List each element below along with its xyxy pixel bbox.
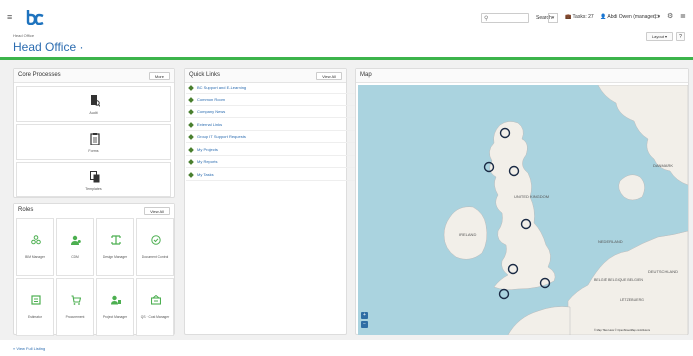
core-item-forms[interactable]: Forms (16, 124, 171, 160)
copy-icon (90, 171, 100, 183)
quick-link-item[interactable]: My Projects (186, 146, 356, 156)
map-title: Map (360, 72, 372, 78)
map-label-deutschland: DEUTSCHLAND (648, 269, 678, 274)
landmass-denmark (618, 174, 645, 201)
quick-link-item[interactable]: Common Room (186, 96, 356, 106)
user-menu[interactable]: 👤 Abdi Owen (manager) ▾ (600, 14, 660, 20)
quick-link-item[interactable]: BC Support and E-Learning (186, 84, 356, 94)
quick-link-item[interactable]: External Links (186, 121, 356, 131)
role-bim-manager[interactable]: BIM Manager (16, 218, 54, 276)
clipboard-icon (90, 133, 100, 145)
network-icon (31, 235, 41, 245)
map-panel: Map UNITED KINGDOM IRELAND DANMARK NEDER… (355, 68, 689, 335)
quick-links-view-all-button[interactable]: View All (316, 72, 342, 80)
role-label: Project Manager (102, 315, 128, 319)
role-document-control[interactable]: Document Control (136, 218, 174, 276)
core-item-label: Templates (85, 187, 102, 191)
calculator-icon (31, 295, 41, 305)
map-marker (498, 288, 510, 300)
role-label: Estimator (28, 315, 42, 319)
search-icon: ⚲ (484, 16, 489, 22)
map-attribution: © Map Tiles Here © OpenStreetMap contrib… (594, 328, 651, 332)
map-label-danmark: DANMARK (653, 163, 673, 168)
core-processes-title: Core Processes (18, 72, 61, 78)
role-estimator[interactable]: Estimator (16, 278, 54, 336)
cart-icon (71, 295, 81, 305)
bc-logo[interactable] (26, 9, 44, 25)
page-title[interactable]: Head Office · (13, 40, 83, 54)
role-procurement[interactable]: Procurement (56, 278, 94, 336)
role-label: QS · Cost Manager (140, 315, 170, 319)
search-input[interactable]: ⚲ (481, 13, 529, 23)
audit-icon (91, 95, 100, 107)
map-label-belgium: BELGIË BELGIQUE BELGIEN (594, 278, 643, 282)
diamond-icon (188, 134, 194, 140)
core-item-label: Audit (89, 111, 98, 115)
map-label-luxembourg: LËTZEBUERG (620, 298, 644, 302)
quick-link-item[interactable]: My Reports (186, 158, 356, 168)
core-item-label: Forms (88, 149, 99, 153)
landmass-great-britain (489, 121, 556, 290)
breadcrumb[interactable]: Head Office (13, 33, 34, 38)
hamburger-menu-icon[interactable]: ≡ (7, 12, 12, 22)
core-processes-panel: Core Processes More Audit Forms Template… (13, 68, 175, 198)
roles-panel: Roles View All BIM Manager CDM Design Ma (13, 203, 175, 336)
core-processes-more-button[interactable]: More (148, 72, 170, 80)
role-project-manager[interactable]: Project Manager (96, 278, 134, 336)
landmass-scandinavia (597, 85, 688, 186)
tasks-link[interactable]: 💼 Tasks: 27 (565, 14, 594, 20)
grid-menu-icon[interactable]: ≣ (680, 12, 686, 20)
diamond-icon (188, 109, 194, 115)
roles-title: Roles (18, 207, 34, 213)
role-cdm[interactable]: CDM (56, 218, 94, 276)
gear-icon[interactable]: ⚙ (667, 12, 673, 20)
roles-view-all-button[interactable]: View All (144, 207, 170, 215)
diamond-icon (188, 147, 194, 153)
role-label: Procurement (65, 315, 85, 319)
users-icon (71, 235, 81, 245)
help-button[interactable]: ? (676, 32, 685, 41)
map-canvas: UNITED KINGDOM IRELAND DANMARK NEDERLAND… (443, 85, 688, 335)
user-icon: 👤 (600, 14, 607, 20)
quick-link-item[interactable]: My Tasks (186, 171, 356, 181)
diamond-icon (188, 159, 194, 165)
core-item-audit[interactable]: Audit (16, 86, 171, 122)
diamond-icon (188, 122, 194, 128)
role-label: CDM (71, 255, 79, 259)
monitor-icon[interactable]: ▭ (653, 12, 660, 20)
diamond-icon (188, 172, 194, 178)
view-full-listing-link[interactable]: « View Full Listing (13, 346, 45, 351)
diamond-icon (188, 97, 194, 103)
map-label-united-kingdom: UNITED KINGDOM (514, 194, 549, 199)
diamond-icon (188, 85, 194, 91)
core-item-templates[interactable]: Templates (16, 162, 171, 197)
quick-link-item[interactable]: Group IT Support Requests (186, 133, 356, 143)
cost-icon (151, 295, 161, 305)
role-design-manager[interactable]: Design Manager (96, 218, 134, 276)
role-label: BIM Manager (25, 255, 45, 259)
role-qs-cost-manager[interactable]: QS · Cost Manager (136, 278, 174, 336)
landmass-france (507, 306, 571, 335)
check-circle-icon (151, 235, 161, 245)
manager-icon (111, 295, 121, 305)
design-icon (111, 235, 121, 245)
top-bar: ≡ ⚲ Search ▾ 💼 Tasks: 27 👤 Abdi Owen (ma… (0, 0, 693, 36)
search-dropdown-button[interactable]: ▾ (548, 13, 558, 23)
map-view[interactable]: UNITED KINGDOM IRELAND DANMARK NEDERLAND… (358, 85, 688, 335)
dashboard-content: Core Processes More Audit Forms Template… (0, 60, 693, 340)
zoom-out-button[interactable]: − (361, 321, 368, 328)
role-label: Design Manager (102, 255, 128, 259)
map-label-ireland: IRELAND (459, 232, 476, 237)
briefcase-icon: 💼 (565, 14, 572, 20)
quick-links-title: Quick Links (189, 72, 221, 78)
role-label: Document Control (141, 255, 169, 259)
quick-link-item[interactable]: Company News (186, 108, 356, 118)
landmass-continent (567, 230, 688, 335)
quick-links-panel: Quick Links View All BC Support and E-Le… (184, 68, 356, 335)
map-label-nederland: NEDERLAND (598, 239, 623, 244)
layout-button[interactable]: Layout ▾ (646, 32, 673, 41)
zoom-in-button[interactable]: + (361, 312, 368, 319)
